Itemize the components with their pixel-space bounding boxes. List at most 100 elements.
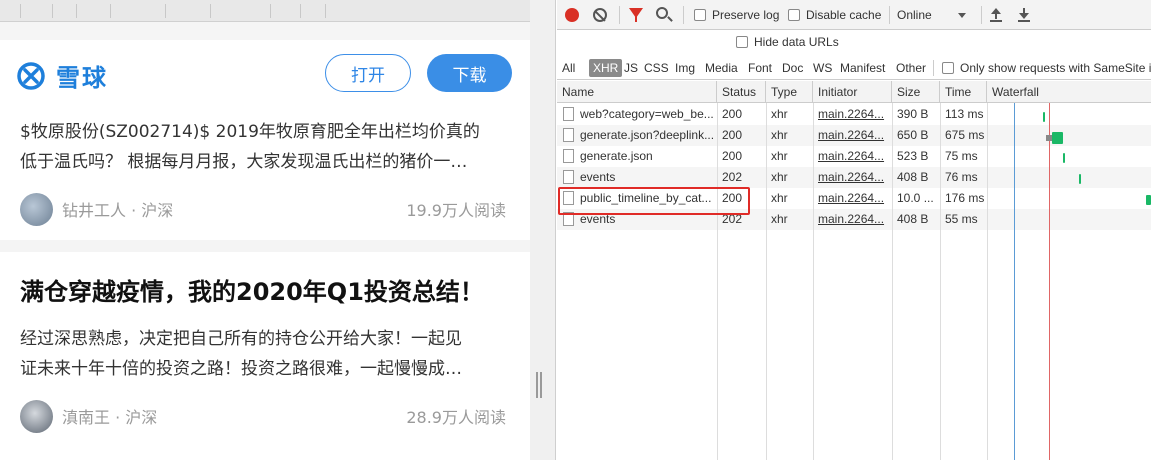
post-excerpt-line: 经过深思熟虑，决定把自己所有的持仓公开给大家！一起见 xyxy=(20,329,462,349)
type-filter-doc[interactable]: Doc xyxy=(782,59,803,77)
post-meta: 滇南王 · 沪深 28.9万人阅读 xyxy=(20,399,506,433)
column-header-initiator[interactable]: Initiator xyxy=(813,81,892,103)
pane-divider[interactable] xyxy=(530,0,556,460)
cell-size: 408 B xyxy=(897,212,929,226)
toolbar-divider xyxy=(619,6,620,24)
column-divider xyxy=(987,103,988,460)
hide-data-urls-checkbox[interactable] xyxy=(736,36,748,48)
open-app-button[interactable]: 打开 xyxy=(325,54,411,92)
type-filter-manifest[interactable]: Manifest xyxy=(840,59,885,77)
column-divider xyxy=(892,103,893,460)
requests-table: Name Status Type Initiator Size Time Wat… xyxy=(557,81,1151,460)
cell-initiator[interactable]: main.2264... xyxy=(813,104,892,125)
resize-grip-icon[interactable] xyxy=(536,372,542,398)
column-divider xyxy=(813,103,814,460)
download-app-button[interactable]: 下载 xyxy=(427,54,512,92)
column-header-status[interactable]: Status xyxy=(717,81,766,103)
column-header-size[interactable]: Size xyxy=(892,81,940,103)
browser-top-strip xyxy=(0,0,530,22)
waterfall-bar[interactable] xyxy=(1146,195,1151,205)
record-icon[interactable] xyxy=(565,8,579,22)
export-har-icon[interactable] xyxy=(1018,8,1030,22)
column-divider xyxy=(766,103,767,460)
toolbar-divider xyxy=(981,6,982,24)
throttling-select[interactable]: Online xyxy=(895,5,975,25)
strip-divider xyxy=(325,4,326,18)
type-filter-xhr[interactable]: XHR xyxy=(589,59,623,77)
type-filter-css[interactable]: CSS xyxy=(644,59,669,77)
import-har-icon[interactable] xyxy=(990,8,1002,22)
clear-icon[interactable] xyxy=(593,8,607,22)
cell-initiator[interactable]: main.2264... xyxy=(813,146,892,167)
cell-name: generate.json xyxy=(580,149,653,163)
strip-divider xyxy=(210,4,211,18)
network-toolbar: Preserve log Disable cache Online xyxy=(557,0,1151,30)
strip-divider xyxy=(52,4,53,18)
post-excerpt-line: $牧原股份(SZ002714)$ 2019年牧原育肥全年出栏均价真的 xyxy=(20,122,480,142)
request-row[interactable]: generate.json 200 xhr main.2264... 523 B 75 m… xyxy=(557,146,1151,167)
column-divider xyxy=(717,103,718,460)
cell-size: 390 B xyxy=(897,107,929,121)
resource-type-filters: All XHR JS CSS Img Media Font Doc WS Man… xyxy=(557,56,1151,80)
cell-status: 202 xyxy=(722,170,743,184)
avatar[interactable] xyxy=(20,399,53,433)
cell-time: 76 ms xyxy=(945,170,978,184)
type-filter-other[interactable]: Other xyxy=(896,59,926,77)
column-header-type[interactable]: Type xyxy=(766,81,813,103)
avatar[interactable] xyxy=(20,192,53,226)
post-excerpt[interactable]: 经过深思熟虑，决定把自己所有的持仓公开给大家！一起见 证未来十年十倍的投资之路！… xyxy=(20,324,502,384)
waterfall-bar[interactable] xyxy=(1043,112,1045,122)
cell-initiator[interactable]: main.2264... xyxy=(813,209,892,230)
cell-time: 113 ms xyxy=(945,107,984,121)
waterfall-bar[interactable] xyxy=(1079,174,1081,184)
chevron-down-icon xyxy=(958,13,966,18)
type-filter-ws[interactable]: WS xyxy=(813,59,832,77)
author-name[interactable]: 钻井工人 · 沪深 xyxy=(62,197,173,221)
toolbar-divider xyxy=(683,6,684,24)
type-filter-media[interactable]: Media xyxy=(705,59,738,77)
cell-status: 200 xyxy=(722,149,743,163)
disable-cache-checkbox[interactable] xyxy=(788,9,800,21)
strip-divider xyxy=(76,4,77,18)
post-excerpt[interactable]: $牧原股份(SZ002714)$ 2019年牧原育肥全年出栏均价真的 低于温氏吗… xyxy=(20,117,502,177)
search-icon[interactable] xyxy=(656,7,668,19)
type-filter-all[interactable]: All xyxy=(562,59,575,77)
post-excerpt-line: 低于温氏吗？ 根据每月月报，大家发现温氏出栏的猪价一… xyxy=(20,152,468,172)
cell-initiator[interactable]: main.2264... xyxy=(813,125,892,146)
highlight-box xyxy=(558,187,750,215)
column-header-waterfall[interactable]: Waterfall xyxy=(987,81,1151,103)
file-icon xyxy=(563,107,574,121)
cell-size: 10.0 ... xyxy=(897,191,934,205)
read-count: 19.9万人阅读 xyxy=(406,201,506,220)
cell-name: generate.json?deeplink... xyxy=(580,128,715,142)
filter-bar: Hide data URLs xyxy=(557,30,1151,82)
strip-divider xyxy=(20,4,21,18)
hide-data-urls-label: Hide data URLs xyxy=(754,35,839,49)
cell-initiator[interactable]: main.2264... xyxy=(813,167,892,188)
request-row[interactable]: web?category=web_be... 200 xhr main.2264...… xyxy=(557,104,1151,125)
strip-divider xyxy=(165,4,166,18)
read-count: 28.9万人阅读 xyxy=(406,408,506,427)
type-filter-img[interactable]: Img xyxy=(675,59,695,77)
column-header-time[interactable]: Time xyxy=(940,81,987,103)
type-filter-js[interactable]: JS xyxy=(624,59,638,77)
xueqiu-logo[interactable]: 雪球 xyxy=(16,58,108,93)
preserve-log-checkbox[interactable] xyxy=(694,9,706,21)
author-name[interactable]: 滇南王 · 沪深 xyxy=(62,404,157,428)
type-filter-font[interactable]: Font xyxy=(748,59,772,77)
xueqiu-logo-icon xyxy=(17,61,45,90)
cell-status: 200 xyxy=(722,107,743,121)
cell-initiator[interactable]: main.2264... xyxy=(813,188,892,209)
strip-divider xyxy=(270,4,271,18)
strip-divider xyxy=(110,4,111,18)
request-row[interactable]: events 202 xhr main.2264... 408 B 76 ms xyxy=(557,167,1151,188)
load-event-line xyxy=(1049,103,1050,460)
file-icon xyxy=(563,149,574,163)
waterfall-bar[interactable] xyxy=(1052,132,1063,144)
samesite-label: Only show requests with SameSite is xyxy=(960,61,1151,75)
post-title[interactable]: 满仓穿越疫情，我的2020年Q1投资总结！ xyxy=(20,272,484,307)
samesite-checkbox[interactable] xyxy=(942,62,954,74)
column-header-name[interactable]: Name xyxy=(557,81,717,103)
filter-icon[interactable] xyxy=(629,8,643,22)
waterfall-bar[interactable] xyxy=(1063,153,1065,163)
